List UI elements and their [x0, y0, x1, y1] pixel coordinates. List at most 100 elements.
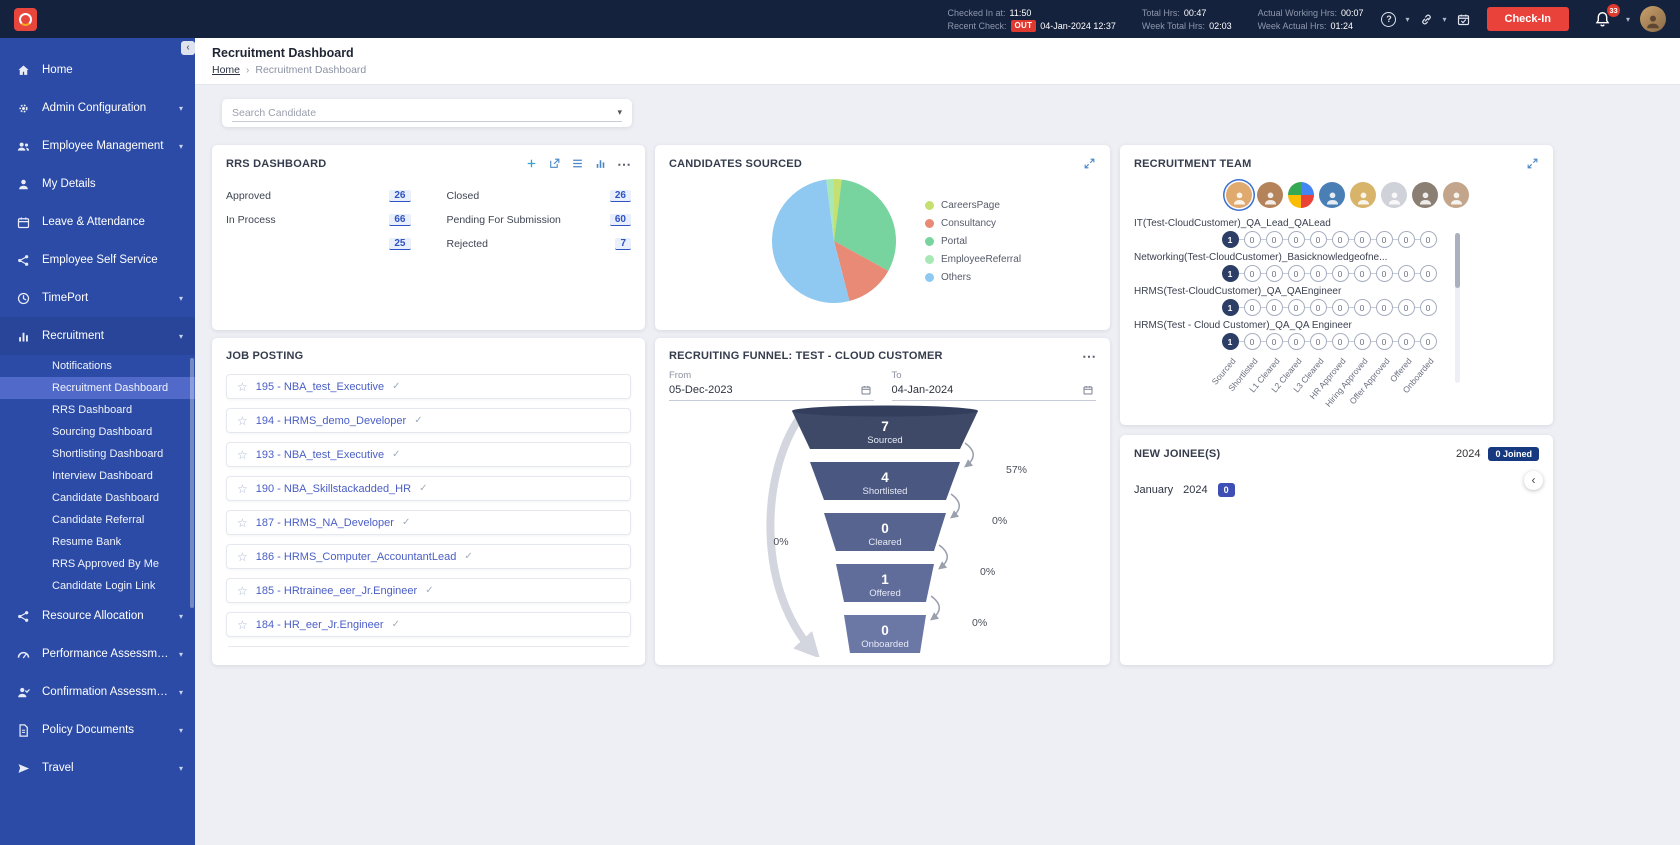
- job-posting-row[interactable]: ☆193 - NBA_test_Executive✓: [226, 442, 631, 467]
- sidebar-item-my-details[interactable]: My Details: [0, 165, 195, 203]
- stage-count-bubble[interactable]: 0: [1420, 333, 1437, 350]
- stage-count-bubble[interactable]: 0: [1420, 231, 1437, 248]
- notifications-bell[interactable]: 33: [1593, 10, 1612, 29]
- external-link-icon[interactable]: [548, 157, 561, 170]
- sidebar-item-recruitment[interactable]: Recruitment▾: [0, 317, 195, 355]
- expand-icon[interactable]: [1083, 157, 1096, 170]
- sidebar-scrollbar[interactable]: [190, 358, 194, 608]
- chevron-down-icon[interactable]: ▾: [1405, 15, 1409, 24]
- stage-count-bubble[interactable]: 0: [1398, 265, 1415, 282]
- stage-count-bubble[interactable]: 0: [1332, 299, 1349, 316]
- star-icon[interactable]: ☆: [237, 584, 248, 598]
- carousel-prev-button[interactable]: ‹: [1524, 471, 1543, 490]
- star-icon[interactable]: ☆: [237, 516, 248, 530]
- stage-count-bubble[interactable]: 0: [1288, 333, 1305, 350]
- stage-count-bubble[interactable]: 0: [1376, 333, 1393, 350]
- team-avatar[interactable]: [1350, 182, 1376, 208]
- stage-count-bubble[interactable]: 0: [1398, 333, 1415, 350]
- stat-value-link[interactable]: 66: [389, 214, 410, 226]
- stage-count-bubble[interactable]: 0: [1244, 333, 1261, 350]
- job-posting-row[interactable]: ☆184 - HR_eer_Jr.Engineer✓: [226, 612, 631, 637]
- sidebar-subitem-recruitment-dashboard[interactable]: Recruitment Dashboard: [0, 377, 195, 399]
- stage-count-bubble[interactable]: 0: [1288, 265, 1305, 282]
- stage-count-bubble[interactable]: 0: [1288, 231, 1305, 248]
- stage-count-bubble[interactable]: 1: [1222, 265, 1239, 282]
- team-avatar[interactable]: [1319, 182, 1345, 208]
- star-icon[interactable]: ☆: [237, 448, 248, 462]
- sidebar-subitem-resume-bank[interactable]: Resume Bank: [0, 531, 195, 553]
- calendar-icon[interactable]: [860, 384, 872, 396]
- stage-count-bubble[interactable]: 1: [1222, 299, 1239, 316]
- stat-value-link[interactable]: 60: [610, 214, 631, 226]
- team-avatar[interactable]: [1381, 182, 1407, 208]
- job-posting-link[interactable]: 184 - HR_eer_Jr.Engineer: [256, 619, 384, 631]
- job-posting-row[interactable]: ☆194 - HRMS_demo_Developer✓: [226, 408, 631, 433]
- sidebar-item-home[interactable]: Home: [0, 51, 195, 89]
- sidebar-item-admin-configuration[interactable]: Admin Configuration▾: [0, 89, 195, 127]
- stage-count-bubble[interactable]: 0: [1310, 231, 1327, 248]
- stage-count-bubble[interactable]: 0: [1266, 231, 1283, 248]
- stat-value-link[interactable]: 26: [389, 190, 410, 202]
- sidebar-subitem-shortlisting-dashboard[interactable]: Shortlisting Dashboard: [0, 443, 195, 465]
- stage-count-bubble[interactable]: 0: [1310, 299, 1327, 316]
- sidebar-item-leave-attendance[interactable]: Leave & Attendance: [0, 203, 195, 241]
- stage-count-bubble[interactable]: 0: [1354, 265, 1371, 282]
- sidebar-subitem-candidate-dashboard[interactable]: Candidate Dashboard: [0, 487, 195, 509]
- job-posting-link[interactable]: 194 - HRMS_demo_Developer: [256, 415, 406, 427]
- chart-view-icon[interactable]: [594, 157, 607, 170]
- sidebar-item-employee-management[interactable]: Employee Management▾: [0, 127, 195, 165]
- job-posting-row[interactable]: ☆195 - NBA_test_Executive✓: [226, 374, 631, 399]
- stat-value-link[interactable]: 7: [615, 238, 631, 250]
- check-in-button[interactable]: Check-In: [1487, 7, 1569, 31]
- stage-count-bubble[interactable]: 0: [1332, 265, 1349, 282]
- team-avatar[interactable]: [1288, 182, 1314, 208]
- job-posting-row[interactable]: ☆185 - HRtrainee_eer_Jr.Engineer✓: [226, 578, 631, 603]
- more-options-icon[interactable]: ⋯: [617, 160, 631, 168]
- add-icon[interactable]: [525, 157, 538, 170]
- job-posting-link[interactable]: 193 - NBA_test_Executive: [256, 449, 384, 461]
- stage-count-bubble[interactable]: 0: [1288, 299, 1305, 316]
- stage-count-bubble[interactable]: 0: [1332, 333, 1349, 350]
- sidebar-subitem-candidate-referral[interactable]: Candidate Referral: [0, 509, 195, 531]
- job-posting-link[interactable]: 195 - NBA_test_Executive: [256, 381, 384, 393]
- sidebar-subitem-rrs-approved-by-me[interactable]: RRS Approved By Me: [0, 553, 195, 575]
- stage-count-bubble[interactable]: 0: [1244, 265, 1261, 282]
- stage-count-bubble[interactable]: 0: [1266, 333, 1283, 350]
- stage-count-bubble[interactable]: 0: [1376, 299, 1393, 316]
- team-avatar[interactable]: [1412, 182, 1438, 208]
- stage-count-bubble[interactable]: 0: [1420, 265, 1437, 282]
- stage-count-bubble[interactable]: 0: [1398, 231, 1415, 248]
- link-icon[interactable]: [1419, 12, 1434, 27]
- stage-count-bubble[interactable]: 0: [1376, 265, 1393, 282]
- funnel-from-field[interactable]: From 05-Dec-2023: [669, 370, 874, 401]
- stat-value-link[interactable]: 25: [389, 238, 410, 250]
- calendar-icon[interactable]: [1082, 384, 1094, 396]
- user-avatar[interactable]: [1640, 6, 1666, 32]
- help-icon[interactable]: ?: [1381, 12, 1396, 27]
- star-icon[interactable]: ☆: [237, 414, 248, 428]
- sidebar-item-timeport[interactable]: TimePort▾: [0, 279, 195, 317]
- sidebar-subitem-interview-dashboard[interactable]: Interview Dashboard: [0, 465, 195, 487]
- stage-count-bubble[interactable]: 0: [1244, 231, 1261, 248]
- stage-count-bubble[interactable]: 0: [1354, 333, 1371, 350]
- more-options-icon[interactable]: ⋯: [1082, 352, 1096, 360]
- job-posting-row[interactable]: ☆186 - HRMS_Computer_AccountantLead✓: [226, 544, 631, 569]
- search-candidate-select[interactable]: Search Candidate ▾: [232, 104, 622, 122]
- job-posting-row[interactable]: ☆187 - HRMS_NA_Developer✓: [226, 510, 631, 535]
- sidebar-item-travel[interactable]: Travel▾: [0, 749, 195, 787]
- sidebar-subitem-sourcing-dashboard[interactable]: Sourcing Dashboard: [0, 421, 195, 443]
- job-posting-link[interactable]: 187 - HRMS_NA_Developer: [256, 517, 394, 529]
- sidebar-item-policy-documents[interactable]: Policy Documents▾: [0, 711, 195, 749]
- team-avatar[interactable]: [1226, 182, 1252, 208]
- job-posting-link[interactable]: 185 - HRtrainee_eer_Jr.Engineer: [256, 585, 417, 597]
- stage-count-bubble[interactable]: 0: [1266, 265, 1283, 282]
- stage-count-bubble[interactable]: 0: [1310, 333, 1327, 350]
- sidebar-collapse-button[interactable]: ‹: [181, 41, 195, 55]
- breadcrumb-home-link[interactable]: Home: [212, 64, 240, 76]
- sidebar-item-employee-self-service[interactable]: Employee Self Service: [0, 241, 195, 279]
- team-scrollbar[interactable]: [1455, 233, 1460, 383]
- chevron-down-icon[interactable]: ▾: [1443, 15, 1447, 24]
- sidebar-item-resource-allocation[interactable]: Resource Allocation▾: [0, 597, 195, 635]
- stage-count-bubble[interactable]: 0: [1354, 299, 1371, 316]
- list-view-icon[interactable]: [571, 157, 584, 170]
